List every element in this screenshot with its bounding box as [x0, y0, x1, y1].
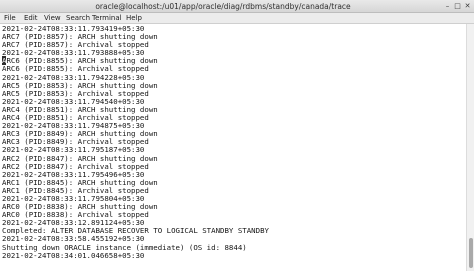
menu-view[interactable]: View: [44, 13, 61, 24]
scrollbar-thumb[interactable]: [469, 238, 473, 268]
terminal-lines: 2021-02-24T08:33:11.793419+05:30 ARC7 (PI…: [2, 24, 269, 260]
minimize-icon[interactable]: –: [443, 2, 452, 11]
maximize-icon[interactable]: □: [453, 2, 462, 11]
menu-terminal[interactable]: Terminal: [92, 13, 122, 24]
terminal-window: oracle@localhost:/u01/app/oracle/diag/rd…: [0, 0, 474, 271]
menu-search[interactable]: Search: [66, 13, 90, 24]
title-bar[interactable]: oracle@localhost:/u01/app/oracle/diag/rd…: [0, 0, 474, 13]
vertical-scrollbar[interactable]: [466, 24, 474, 271]
window-title: oracle@localhost:/u01/app/oracle/diag/rd…: [95, 2, 351, 11]
close-icon[interactable]: ✕: [463, 2, 472, 11]
terminal-line: 2021-02-24T08:34:01.046658+05:30: [2, 250, 145, 260]
menu-edit[interactable]: Edit: [24, 13, 38, 24]
menu-bar: File Edit View Search Terminal Help: [0, 13, 474, 24]
menu-help[interactable]: Help: [126, 13, 142, 24]
terminal-output[interactable]: 2021-02-24T08:33:11.793419+05:30 ARC7 (PI…: [0, 24, 466, 271]
menu-file[interactable]: File: [4, 13, 16, 24]
